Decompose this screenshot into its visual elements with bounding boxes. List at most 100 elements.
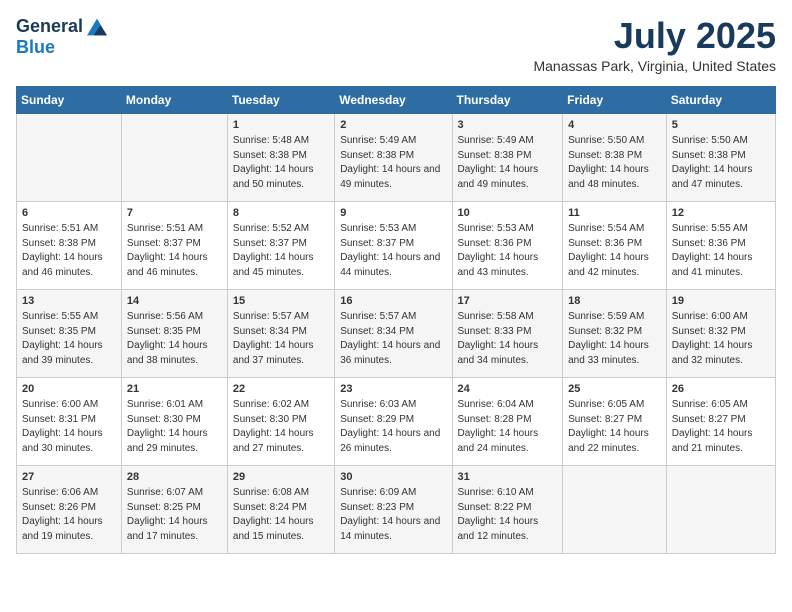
calendar-cell: 8Sunrise: 5:52 AMSunset: 8:37 PMDaylight… — [227, 201, 334, 289]
calendar-cell: 16 Sunrise: 5:57 AMSunset: 8:34 PMDayligh… — [335, 289, 452, 377]
day-number: 10 — [458, 206, 558, 221]
calendar-cell: 10 Sunrise: 5:53 AMSunset: 8:36 PMDayligh… — [452, 201, 563, 289]
day-info: Sunrise: 5:49 AMSunset: 8:38 PMDaylight:… — [340, 135, 440, 190]
day-number: 4 — [568, 118, 661, 133]
day-info: Sunrise: 5:48 AMSunset: 8:38 PMDaylight:… — [233, 135, 314, 190]
day-number: 22 — [233, 382, 329, 397]
calendar-cell: 7 Sunrise: 5:51 AMSunset: 8:37 PMDaylight… — [121, 201, 227, 289]
day-number: 26 — [672, 382, 770, 397]
calendar-cell — [666, 465, 775, 553]
day-info: Sunrise: 6:02 AMSunset: 8:30 PMDaylight:… — [233, 399, 314, 454]
header-row: SundayMondayTuesdayWednesdayThursdayFrid… — [17, 86, 776, 113]
day-number: 3 — [458, 118, 558, 133]
day-info: Sunrise: 5:57 AMSunset: 8:34 PMDaylight:… — [233, 311, 314, 366]
day-info: Sunrise: 5:50 AMSunset: 8:38 PMDaylight:… — [568, 135, 649, 190]
day-info: Sunrise: 6:00 AMSunset: 8:31 PMDaylight:… — [22, 399, 103, 454]
logo-icon — [87, 17, 107, 37]
calendar-cell: 5 Sunrise: 5:50 AMSunset: 8:38 PMDaylight… — [666, 113, 775, 201]
day-number: 5 — [672, 118, 770, 133]
day-info: Sunrise: 5:55 AMSunset: 8:35 PMDaylight:… — [22, 311, 103, 366]
day-info: Sunrise: 5:58 AMSunset: 8:33 PMDaylight:… — [458, 311, 539, 366]
calendar-week-row: 1 Sunrise: 5:48 AMSunset: 8:38 PMDaylight… — [17, 113, 776, 201]
calendar-cell: 14Sunrise: 5:56 AMSunset: 8:35 PMDayligh… — [121, 289, 227, 377]
calendar-cell: 2Sunrise: 5:49 AMSunset: 8:38 PMDaylight… — [335, 113, 452, 201]
day-number: 20 — [22, 382, 116, 397]
day-number: 25 — [568, 382, 661, 397]
calendar-week-row: 27Sunrise: 6:06 AMSunset: 8:26 PMDayligh… — [17, 465, 776, 553]
day-info: Sunrise: 6:03 AMSunset: 8:29 PMDaylight:… — [340, 399, 440, 454]
month-title: July 2025 — [533, 16, 776, 56]
day-info: Sunrise: 6:01 AMSunset: 8:30 PMDaylight:… — [127, 399, 208, 454]
day-info: Sunrise: 5:55 AMSunset: 8:36 PMDaylight:… — [672, 223, 753, 278]
calendar-cell: 30Sunrise: 6:09 AMSunset: 8:23 PMDayligh… — [335, 465, 452, 553]
day-number: 12 — [672, 206, 770, 221]
day-number: 29 — [233, 470, 329, 485]
calendar-cell: 13 Sunrise: 5:55 AMSunset: 8:35 PMDayligh… — [17, 289, 122, 377]
day-info: Sunrise: 5:50 AMSunset: 8:38 PMDaylight:… — [672, 135, 753, 190]
calendar-cell: 19 Sunrise: 6:00 AMSunset: 8:32 PMDayligh… — [666, 289, 775, 377]
day-number: 31 — [458, 470, 558, 485]
calendar-cell: 1 Sunrise: 5:48 AMSunset: 8:38 PMDaylight… — [227, 113, 334, 201]
day-number: 9 — [340, 206, 446, 221]
page-header: General Blue July 2025 Manassas Park, Vi… — [16, 16, 776, 74]
logo-general-text: General — [16, 16, 83, 37]
day-number: 11 — [568, 206, 661, 221]
title-section: July 2025 Manassas Park, Virginia, Unite… — [533, 16, 776, 74]
day-number: 13 — [22, 294, 116, 309]
day-of-week-header: Thursday — [452, 86, 563, 113]
day-info: Sunrise: 6:04 AMSunset: 8:28 PMDaylight:… — [458, 399, 539, 454]
logo-blue-text: Blue — [16, 37, 55, 58]
calendar-cell: 4 Sunrise: 5:50 AMSunset: 8:38 PMDaylight… — [563, 113, 667, 201]
day-info: Sunrise: 6:05 AMSunset: 8:27 PMDaylight:… — [672, 399, 753, 454]
calendar-cell: 29 Sunrise: 6:08 AMSunset: 8:24 PMDayligh… — [227, 465, 334, 553]
day-info: Sunrise: 5:59 AMSunset: 8:32 PMDaylight:… — [568, 311, 649, 366]
calendar-table: SundayMondayTuesdayWednesdayThursdayFrid… — [16, 86, 776, 554]
day-number: 24 — [458, 382, 558, 397]
day-number: 21 — [127, 382, 222, 397]
day-number: 17 — [458, 294, 558, 309]
day-number: 28 — [127, 470, 222, 485]
calendar-cell: 22 Sunrise: 6:02 AMSunset: 8:30 PMDayligh… — [227, 377, 334, 465]
day-info: Sunrise: 5:51 AMSunset: 8:38 PMDaylight:… — [22, 223, 103, 278]
day-of-week-header: Tuesday — [227, 86, 334, 113]
calendar-cell: 23 Sunrise: 6:03 AMSunset: 8:29 PMDayligh… — [335, 377, 452, 465]
calendar-cell: 31Sunrise: 6:10 AMSunset: 8:22 PMDayligh… — [452, 465, 563, 553]
day-info: Sunrise: 6:00 AMSunset: 8:32 PMDaylight:… — [672, 311, 753, 366]
calendar-cell: 24 Sunrise: 6:04 AMSunset: 8:28 PMDayligh… — [452, 377, 563, 465]
day-number: 30 — [340, 470, 446, 485]
calendar-cell: 27Sunrise: 6:06 AMSunset: 8:26 PMDayligh… — [17, 465, 122, 553]
calendar-cell: 20 Sunrise: 6:00 AMSunset: 8:31 PMDayligh… — [17, 377, 122, 465]
day-number: 19 — [672, 294, 770, 309]
calendar-week-row: 20 Sunrise: 6:00 AMSunset: 8:31 PMDayligh… — [17, 377, 776, 465]
day-number: 27 — [22, 470, 116, 485]
day-number: 6 — [22, 206, 116, 221]
day-info: Sunrise: 6:08 AMSunset: 8:24 PMDaylight:… — [233, 487, 314, 542]
day-number: 23 — [340, 382, 446, 397]
calendar-cell: 17 Sunrise: 5:58 AMSunset: 8:33 PMDayligh… — [452, 289, 563, 377]
day-info: Sunrise: 5:51 AMSunset: 8:37 PMDaylight:… — [127, 223, 208, 278]
day-of-week-header: Friday — [563, 86, 667, 113]
calendar-cell: 26 Sunrise: 6:05 AMSunset: 8:27 PMDayligh… — [666, 377, 775, 465]
day-info: Sunrise: 6:07 AMSunset: 8:25 PMDaylight:… — [127, 487, 208, 542]
day-info: Sunrise: 5:52 AMSunset: 8:37 PMDaylight:… — [233, 223, 314, 278]
calendar-cell: 9 Sunrise: 5:53 AMSunset: 8:37 PMDaylight… — [335, 201, 452, 289]
day-number: 16 — [340, 294, 446, 309]
day-of-week-header: Saturday — [666, 86, 775, 113]
calendar-cell: 12 Sunrise: 5:55 AMSunset: 8:36 PMDayligh… — [666, 201, 775, 289]
day-info: Sunrise: 5:53 AMSunset: 8:36 PMDaylight:… — [458, 223, 539, 278]
day-info: Sunrise: 5:54 AMSunset: 8:36 PMDaylight:… — [568, 223, 649, 278]
calendar-cell: 21 Sunrise: 6:01 AMSunset: 8:30 PMDayligh… — [121, 377, 227, 465]
day-info: Sunrise: 6:05 AMSunset: 8:27 PMDaylight:… — [568, 399, 649, 454]
day-info: Sunrise: 5:57 AMSunset: 8:34 PMDaylight:… — [340, 311, 440, 366]
calendar-week-row: 6 Sunrise: 5:51 AMSunset: 8:38 PMDaylight… — [17, 201, 776, 289]
calendar-cell: 28 Sunrise: 6:07 AMSunset: 8:25 PMDayligh… — [121, 465, 227, 553]
day-number: 18 — [568, 294, 661, 309]
calendar-cell: 11 Sunrise: 5:54 AMSunset: 8:36 PMDayligh… — [563, 201, 667, 289]
day-info: Sunrise: 5:53 AMSunset: 8:37 PMDaylight:… — [340, 223, 440, 278]
day-number: 1 — [233, 118, 329, 133]
calendar-cell: 18 Sunrise: 5:59 AMSunset: 8:32 PMDayligh… — [563, 289, 667, 377]
calendar-cell — [563, 465, 667, 553]
calendar-cell — [121, 113, 227, 201]
day-info: Sunrise: 5:56 AMSunset: 8:35 PMDaylight:… — [127, 311, 208, 366]
day-number: 7 — [127, 206, 222, 221]
